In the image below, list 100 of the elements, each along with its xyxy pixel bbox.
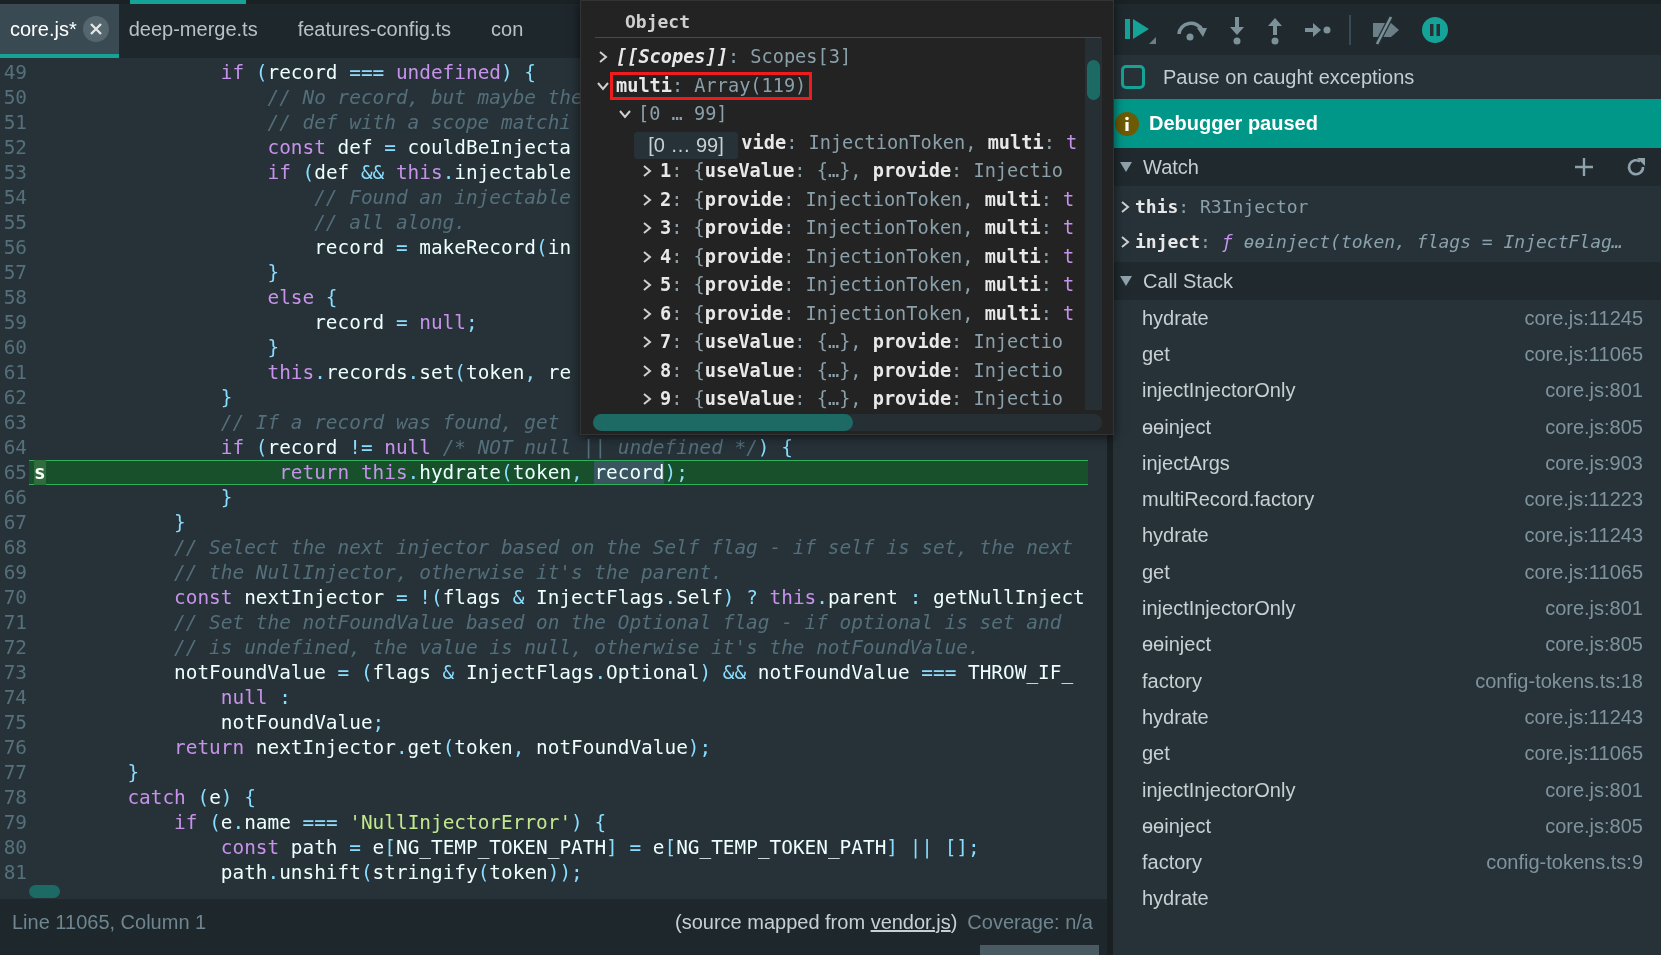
vendor-link[interactable]: vendor.js (870, 910, 951, 933)
pause-icon[interactable] (1421, 15, 1449, 44)
chevron-icon[interactable] (641, 164, 653, 179)
watch-header[interactable]: Watch (1113, 148, 1661, 186)
watch-expression[interactable]: inject: ƒ ɵɵinject(token, flags = InjectFlag… (1135, 231, 1623, 252)
frame-location[interactable]: core.js:11223 (1524, 488, 1643, 512)
code-line: // the NullInjector, otherwise it's the parent. (173, 559, 723, 585)
line-number: 77 (2, 759, 28, 785)
frame-name[interactable]: factory (1142, 851, 1203, 875)
file-tab[interactable]: core.js* (0, 4, 119, 58)
file-tab[interactable]: features-config.ts (287, 4, 462, 58)
chevron-icon[interactable] (641, 192, 653, 207)
code-line: return nextInjector.get(token, notFoundValue); (173, 734, 712, 760)
code-line: // Select the next injector based on the Self flag - if self is set, the next (173, 534, 1073, 560)
property-label: 3: {provide: InjectionToken, multi: t (659, 216, 1076, 241)
step-into-icon[interactable] (1227, 14, 1247, 45)
frame-name[interactable]: hydrate (1142, 705, 1209, 729)
frame-location[interactable]: core.js:11065 (1524, 342, 1643, 366)
chevron-icon[interactable] (641, 363, 653, 378)
frame-location[interactable]: core.js:11065 (1524, 560, 1643, 584)
frame-location[interactable]: core.js:801 (1545, 379, 1643, 403)
frame-location[interactable]: core.js:11243 (1524, 705, 1643, 729)
frame-name[interactable]: factory (1142, 669, 1203, 693)
line-number: 78 (2, 784, 28, 810)
triangle-icon[interactable] (1119, 160, 1133, 174)
frame-name[interactable]: injectInjectorOnly (1142, 778, 1296, 802)
chevron-icon[interactable] (1119, 234, 1131, 249)
frame-location[interactable]: core.js:903 (1545, 451, 1643, 475)
code-line: const def = couldBeInjecta (266, 134, 572, 160)
frame-name[interactable]: get (1142, 560, 1170, 584)
watch-expression[interactable]: this: R3Injector (1135, 196, 1309, 217)
chevron-icon[interactable] (641, 249, 653, 264)
frame-location[interactable]: core.js:11243 (1524, 524, 1643, 548)
scrollbar-thumb[interactable] (130, 0, 246, 4)
frame-name[interactable]: multiRecord.factory (1142, 488, 1315, 512)
chevron-icon[interactable] (597, 50, 609, 65)
code-line: } (266, 334, 280, 360)
code-line: } (126, 759, 140, 785)
triangle-icon[interactable] (1119, 274, 1133, 288)
section-title: Call Stack (1143, 269, 1234, 293)
popover-title: Object (595, 1, 1101, 38)
chevron-icon[interactable] (641, 221, 653, 236)
frame-name[interactable]: hydrate (1142, 306, 1209, 330)
close-icon[interactable] (82, 16, 109, 42)
chevron-icon[interactable] (618, 108, 632, 121)
frame-name[interactable]: ɵɵinject (1142, 415, 1211, 439)
frame-name[interactable]: ɵɵinject (1142, 633, 1211, 657)
scrollbar-thumb[interactable] (980, 945, 1099, 955)
line-number: 61 (2, 359, 28, 385)
file-tab[interactable]: deep-merge.ts (118, 4, 268, 58)
chevron-icon[interactable] (641, 306, 653, 321)
frame-location[interactable]: core.js:805 (1545, 415, 1643, 439)
chevron-icon[interactable] (641, 335, 653, 350)
add-icon[interactable] (1573, 156, 1595, 178)
code-line: record = makeRecord(in (313, 234, 572, 260)
frame-name[interactable]: injectInjectorOnly (1142, 379, 1296, 403)
property-label: 6: {provide: InjectionToken, multi: t (659, 301, 1076, 326)
code-line: // is undefined, the value is null, otherwise it's the notFoundValue. (173, 634, 980, 660)
property-label: 9: {useValue: {…}, provide: Injectio (659, 387, 1065, 410)
refresh-icon[interactable] (1625, 156, 1647, 178)
chevron-icon[interactable] (641, 392, 653, 407)
frame-name[interactable]: injectArgs (1142, 451, 1230, 475)
frame-location[interactable]: core.js:11065 (1524, 742, 1643, 766)
scrollbar-thumb[interactable] (593, 414, 853, 431)
line-number: 80 (2, 834, 28, 860)
property-label: [[Scopes]]: Scopes[3] (615, 45, 853, 70)
frame-location[interactable]: core.js:801 (1545, 778, 1643, 802)
frame-location[interactable]: core.js:805 (1545, 633, 1643, 657)
line-number: 60 (2, 334, 28, 360)
frame-name[interactable]: hydrate (1142, 887, 1209, 911)
frame-name[interactable]: get (1142, 342, 1170, 366)
line-number: 72 (2, 634, 28, 660)
checkbox[interactable] (1121, 65, 1145, 89)
code-line: null : (219, 684, 291, 710)
line-number: 69 (2, 559, 28, 585)
line-number: 74 (2, 684, 28, 710)
scrollbar-thumb[interactable] (29, 884, 60, 898)
line-number: 70 (2, 584, 28, 610)
chevron-icon[interactable] (641, 278, 653, 293)
file-tab[interactable]: con (481, 4, 534, 58)
scrollbar-thumb[interactable] (1087, 60, 1100, 100)
frame-location[interactable]: core.js:11245 (1524, 306, 1643, 330)
frame-location[interactable]: core.js:801 (1545, 597, 1643, 620)
line-number: 58 (2, 284, 28, 310)
frame-location[interactable]: config-tokens.ts:18 (1475, 669, 1643, 693)
frame-name[interactable]: hydrate (1142, 524, 1209, 548)
property-label: 7: {useValue: {…}, provide: Injectio (659, 330, 1065, 355)
frame-location[interactable]: config-tokens.ts:9 (1486, 851, 1643, 875)
frame-name[interactable]: ɵɵinject (1142, 814, 1211, 838)
property-label: 4: {provide: InjectionToken, multi: t (659, 244, 1076, 269)
frame-location[interactable]: core.js:805 (1545, 814, 1643, 838)
section-title: Watch (1143, 155, 1199, 179)
code-line: } (219, 384, 233, 410)
line-number: 56 (2, 234, 28, 260)
call-stack-header[interactable]: Call Stack (1113, 262, 1661, 300)
line-number: 73 (2, 659, 28, 685)
frame-name[interactable]: injectInjectorOnly (1142, 597, 1296, 620)
chevron-icon[interactable] (1119, 199, 1131, 214)
frame-name[interactable]: get (1142, 742, 1170, 766)
code-line: notFoundValue = (flags & InjectFlags.Optional) && notFoundValue === THROW_IF_ (173, 659, 1074, 685)
